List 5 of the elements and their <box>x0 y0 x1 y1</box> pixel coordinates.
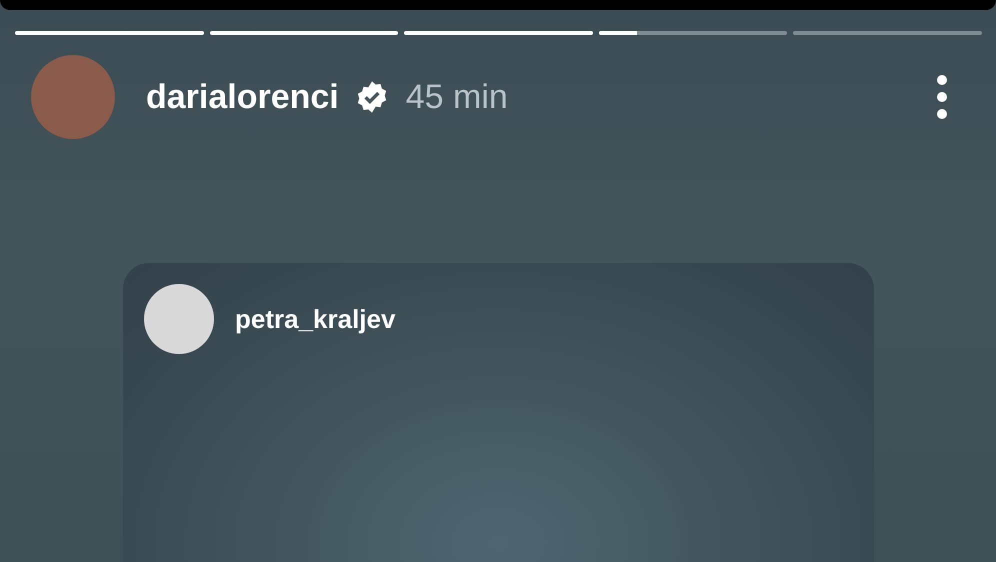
shared-post-card[interactable]: petra_kraljev <box>123 263 874 562</box>
more-options-icon[interactable] <box>936 75 948 119</box>
username[interactable]: petra_kraljev <box>235 304 396 334</box>
post-time: 45 min <box>406 78 508 116</box>
username[interactable]: darialorenci <box>146 78 339 116</box>
